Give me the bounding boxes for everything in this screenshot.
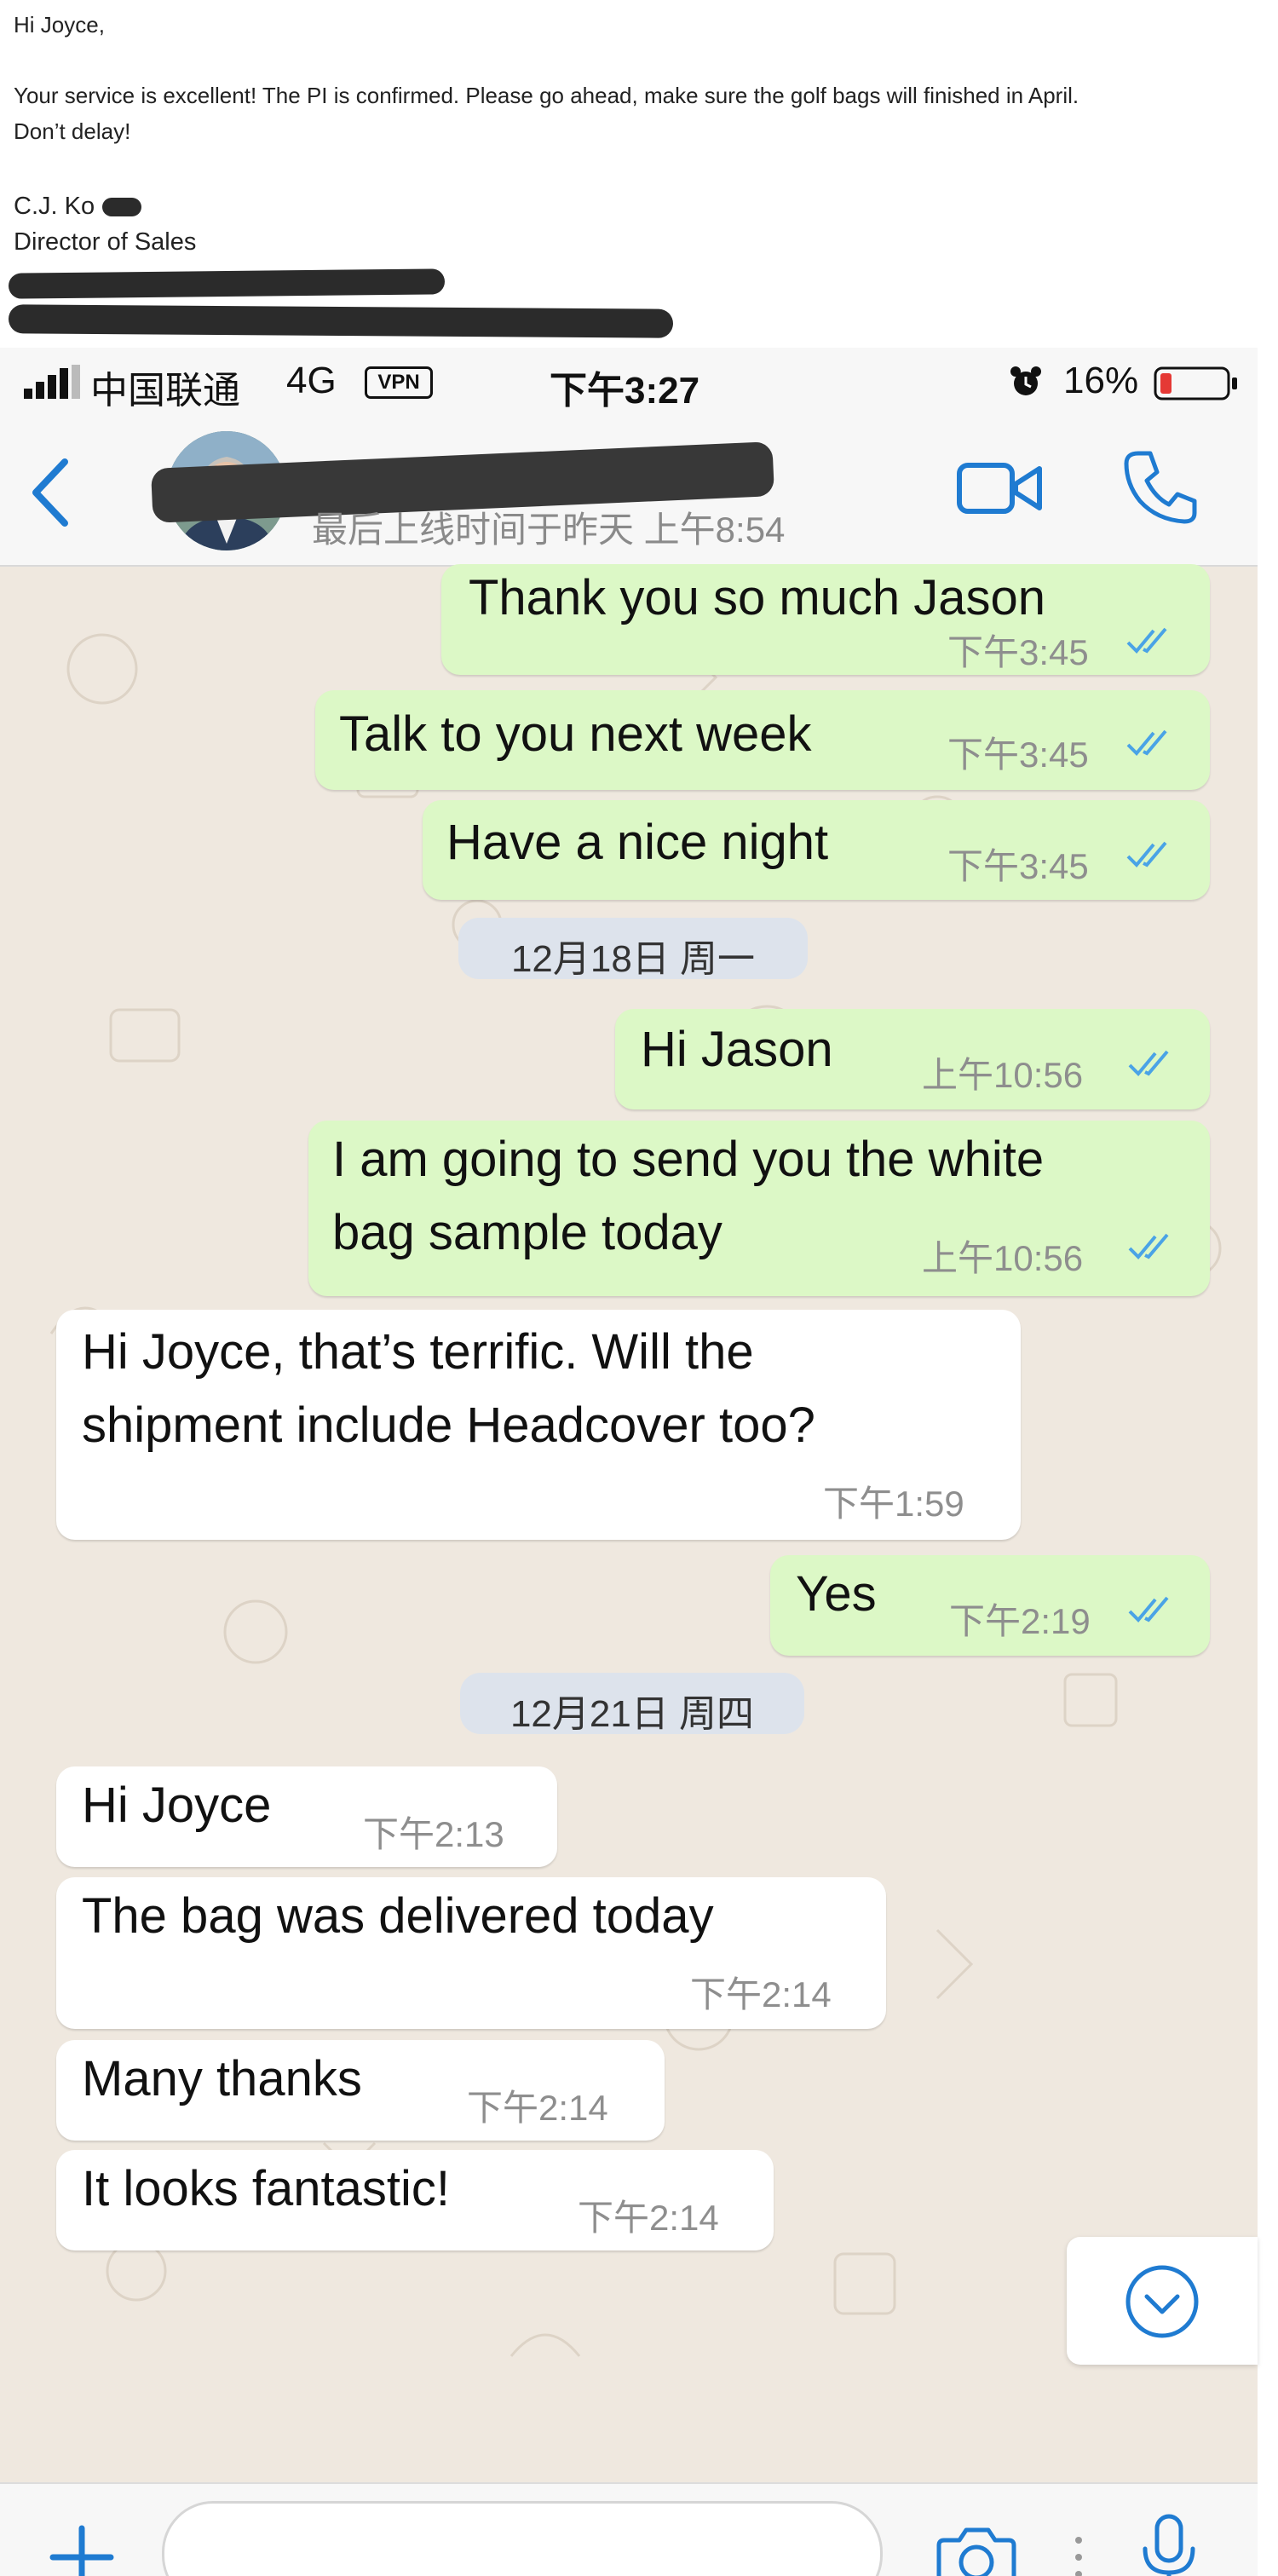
- chevron-down-circle-icon: [1125, 2265, 1199, 2338]
- outgoing-message-bubble[interactable]: Have a nice night 下午3:45: [423, 800, 1210, 900]
- message-text: Have a nice night: [446, 815, 829, 870]
- incoming-message-bubble[interactable]: Many thanks 下午2:14: [56, 2040, 665, 2141]
- message-input-field[interactable]: [162, 2501, 883, 2576]
- carrier-name: 中国联通: [90, 370, 240, 412]
- whatsapp-screen: 中国联通 4G VPN 下午3:27 16% 最后上线时间于昨天 上午8:54 …: [0, 348, 1278, 2576]
- incoming-message-bubble[interactable]: Hi Joyce, that’s terrific. Will the ship…: [56, 1310, 1021, 1540]
- clock: 下午3:27: [550, 370, 700, 412]
- message-text: Yes: [796, 1566, 877, 1622]
- date-separator: 12月18日 周一: [458, 918, 808, 980]
- message-text: Hi Joyce: [82, 1778, 272, 1833]
- message-timestamp: 下午3:45: [947, 632, 1089, 672]
- read-receipt-icon: [1126, 729, 1167, 756]
- message-text: The bag was delivered today: [82, 1888, 714, 1944]
- scroll-to-bottom-button[interactable]: [1067, 2237, 1258, 2365]
- message-text: Hi Jason: [641, 1022, 833, 1077]
- redaction-mark: [8, 304, 674, 338]
- back-chevron-icon[interactable]: [29, 457, 72, 528]
- voice-call-icon[interactable]: [1121, 448, 1198, 525]
- message-text: Thank you so much Jason: [469, 570, 1046, 625]
- camera-icon[interactable]: [935, 2523, 1017, 2576]
- outgoing-message-bubble[interactable]: Hi Jason 上午10:56: [615, 1009, 1210, 1109]
- microphone-icon[interactable]: [1138, 2513, 1200, 2576]
- outgoing-message-bubble[interactable]: Yes 下午2:19: [770, 1555, 1210, 1656]
- message-timestamp: 上午10:56: [922, 1238, 1084, 1278]
- incoming-message-bubble[interactable]: The bag was delivered today 下午2:14: [56, 1877, 886, 2029]
- message-text-line-2: shipment include Headcover too?: [82, 1397, 815, 1453]
- message-text-line-2: bag sample today: [332, 1205, 722, 1260]
- email-body-line-1: Your service is excellent! The PI is con…: [14, 83, 1079, 108]
- message-timestamp: 下午3:45: [947, 735, 1089, 775]
- read-receipt-icon: [1126, 627, 1167, 654]
- last-seen-status: 最后上线时间于昨天 上午8:54: [312, 510, 786, 550]
- alarm-icon: [1010, 366, 1041, 395]
- date-separator: 12月21日 周四: [460, 1673, 804, 1735]
- message-timestamp: 下午2:14: [467, 2088, 608, 2128]
- outgoing-message-bubble[interactable]: Thank you so much Jason 下午3:45: [441, 564, 1210, 675]
- redaction-mark: [8, 268, 446, 299]
- message-timestamp: 下午1:59: [823, 1484, 964, 1524]
- outgoing-message-bubble[interactable]: I am going to send you the white bag sam…: [308, 1121, 1210, 1296]
- video-call-icon[interactable]: [956, 460, 1045, 516]
- email-body-line-2: Don’t delay!: [14, 118, 131, 144]
- signal-strength-icon: [24, 365, 80, 399]
- message-text-line-1: I am going to send you the white: [332, 1132, 1045, 1187]
- outgoing-message-bubble[interactable]: Talk to you next week 下午3:45: [315, 690, 1210, 790]
- email-excerpt: Hi Joyce, Your service is excellent! The…: [0, 0, 1278, 348]
- screen-edge: [1258, 348, 1278, 2576]
- read-receipt-icon: [1128, 1050, 1169, 1076]
- message-timestamp: 下午2:13: [363, 1814, 504, 1854]
- message-timestamp: 下午2:14: [690, 1974, 832, 2014]
- email-sender-title: Director of Sales: [14, 228, 197, 256]
- message-timestamp: 下午3:45: [947, 846, 1089, 886]
- message-timestamp: 下午2:19: [949, 1601, 1091, 1641]
- email-sender-name: C.J. Ko: [14, 193, 95, 220]
- more-dots-icon: [1075, 2537, 1082, 2576]
- status-bar: 中国联通 4G VPN 下午3:27 16%: [0, 348, 1258, 416]
- network-type: 4G: [286, 360, 337, 401]
- vpn-badge: VPN: [365, 366, 433, 399]
- read-receipt-icon: [1128, 1233, 1169, 1259]
- chat-header: 最后上线时间于昨天 上午8:54: [0, 416, 1258, 567]
- message-timestamp: 下午2:14: [578, 2198, 719, 2238]
- message-text: Many thanks: [82, 2051, 362, 2106]
- incoming-message-bubble[interactable]: It looks fantastic! 下午2:14: [56, 2150, 774, 2250]
- message-timestamp: 上午10:56: [922, 1055, 1084, 1095]
- message-input-bar: [0, 2482, 1258, 2576]
- message-list[interactable]: Thank you so much Jason 下午3:45 Talk to y…: [0, 564, 1258, 2482]
- message-text-line-1: Hi Joyce, that’s terrific. Will the: [82, 1324, 754, 1380]
- redaction-mark: [102, 198, 141, 216]
- attach-plus-icon[interactable]: [48, 2523, 116, 2576]
- message-text: Talk to you next week: [339, 706, 812, 762]
- read-receipt-icon: [1126, 841, 1167, 867]
- message-text: It looks fantastic!: [82, 2161, 450, 2216]
- battery-icon: [1154, 366, 1237, 401]
- email-greeting: Hi Joyce,: [14, 12, 105, 37]
- incoming-message-bubble[interactable]: Hi Joyce 下午2:13: [56, 1766, 557, 1867]
- battery-percent: 16%: [1063, 360, 1139, 401]
- read-receipt-icon: [1128, 1596, 1169, 1622]
